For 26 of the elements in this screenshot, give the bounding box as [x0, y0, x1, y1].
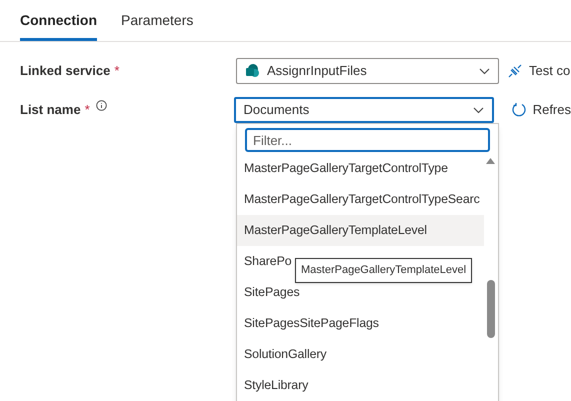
- tab[interactable]: Parameters: [121, 10, 194, 41]
- refresh-icon: [510, 102, 527, 118]
- refresh-button[interactable]: Refres: [510, 100, 571, 120]
- list-item[interactable]: StyleLibrary: [237, 370, 484, 400]
- tooltip: MasterPageGalleryTemplateLevel: [295, 258, 472, 282]
- list-name-dropdown[interactable]: Documents: [234, 97, 494, 123]
- linked-service-dropdown[interactable]: AssignrInputFiles: [236, 58, 499, 84]
- tab[interactable]: Connection: [20, 10, 97, 41]
- required-mark: *: [84, 101, 90, 120]
- list-item[interactable]: MasterPageGalleryTargetControlTypeSearc: [237, 184, 484, 214]
- test-connection-button[interactable]: Test co: [507, 61, 570, 81]
- required-mark: *: [114, 62, 120, 80]
- list-item[interactable]: SolutionGallery: [237, 338, 484, 370]
- field-label: Linked service: [20, 62, 110, 80]
- list-item[interactable]: MasterPageGalleryTemplateLevel: [237, 214, 484, 246]
- scrollbar-thumb[interactable]: [487, 280, 495, 338]
- field-label: List name: [20, 101, 81, 120]
- list-item[interactable]: SitePagesSitePageFlags: [237, 308, 484, 338]
- chevron-down-icon: [479, 68, 490, 74]
- sharepoint-icon: [245, 64, 259, 78]
- scroll-up-icon: [486, 158, 495, 164]
- info-icon: [96, 100, 107, 112]
- plug-icon: [507, 63, 523, 79]
- chevron-down-icon: [472, 106, 484, 114]
- filter-field[interactable]: Filter...: [245, 128, 490, 152]
- list-item[interactable]: MasterPageGalleryTargetControlType: [237, 152, 484, 184]
